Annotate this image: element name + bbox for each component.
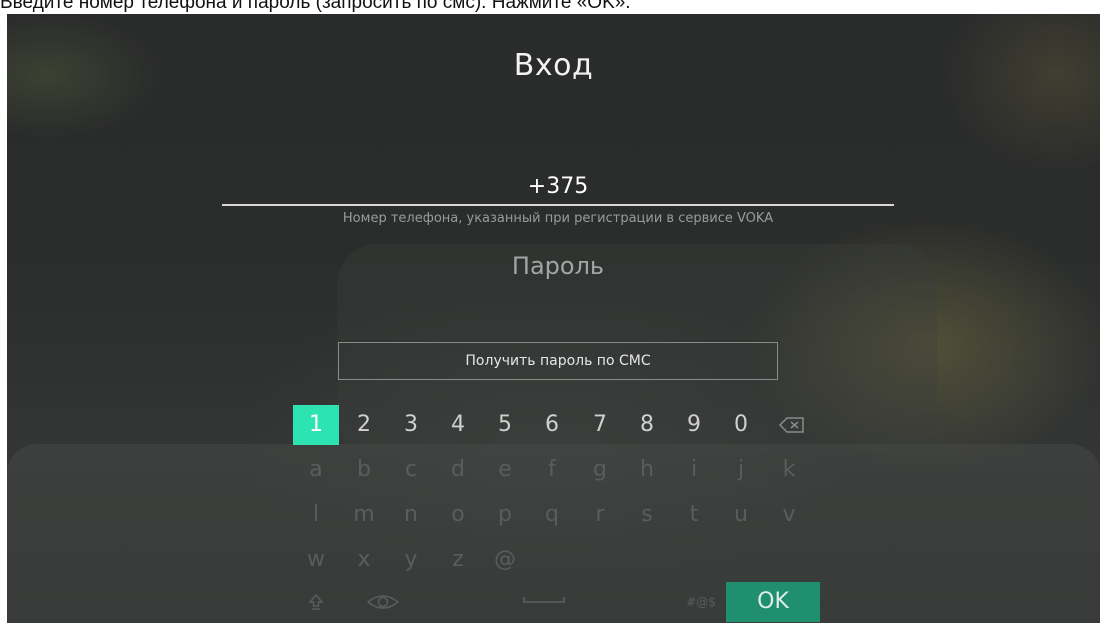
- backspace-key[interactable]: [769, 405, 815, 445]
- space-key[interactable]: [523, 597, 565, 603]
- key-t[interactable]: t: [671, 495, 717, 535]
- key-q[interactable]: q: [529, 495, 575, 535]
- key-x[interactable]: x: [341, 540, 387, 580]
- key-a[interactable]: a: [293, 450, 339, 490]
- key-k[interactable]: k: [766, 450, 812, 490]
- key-6[interactable]: 6: [529, 405, 575, 445]
- key-c[interactable]: c: [388, 450, 434, 490]
- phone-hint: Номер телефона, указанный при регистраци…: [342, 211, 774, 226]
- key-w[interactable]: w: [293, 540, 339, 580]
- key-f[interactable]: f: [529, 450, 575, 490]
- key-5[interactable]: 5: [482, 405, 528, 445]
- key-0[interactable]: 0: [718, 405, 764, 445]
- key-z[interactable]: z: [435, 540, 481, 580]
- key-m[interactable]: m: [341, 495, 387, 535]
- key-l[interactable]: l: [293, 495, 339, 535]
- ok-button[interactable]: OK: [726, 582, 820, 622]
- key-r[interactable]: r: [577, 495, 623, 535]
- key-b[interactable]: b: [341, 450, 387, 490]
- page-title: Вход: [513, 48, 594, 83]
- key-g[interactable]: g: [577, 450, 623, 490]
- get-sms-password-button[interactable]: Получить пароль по СМС: [338, 342, 778, 380]
- key-v[interactable]: v: [766, 495, 812, 535]
- tv-login-screen: Вход +375 Номер телефона, указанный при …: [7, 14, 1100, 623]
- key-8[interactable]: 8: [624, 405, 670, 445]
- key-h[interactable]: h: [624, 450, 670, 490]
- shift-icon: [308, 593, 324, 610]
- show-password-key[interactable]: [360, 582, 406, 622]
- key-y[interactable]: y: [388, 540, 434, 580]
- key-3[interactable]: 3: [388, 405, 434, 445]
- eye-icon: [366, 595, 400, 609]
- symbols-key[interactable]: #@$: [681, 582, 721, 622]
- phone-field-underline: [222, 204, 894, 206]
- key-o[interactable]: o: [435, 495, 481, 535]
- key-at[interactable]: @: [482, 540, 528, 580]
- shift-key[interactable]: [293, 582, 339, 622]
- instruction-caption: Введите номер телефона и пароль (запроси…: [0, 0, 631, 13]
- key-2[interactable]: 2: [341, 405, 387, 445]
- key-n[interactable]: n: [388, 495, 434, 535]
- key-i[interactable]: i: [671, 450, 717, 490]
- key-9[interactable]: 9: [671, 405, 717, 445]
- key-e[interactable]: e: [482, 450, 528, 490]
- password-field[interactable]: Пароль: [222, 252, 894, 280]
- key-d[interactable]: d: [435, 450, 481, 490]
- key-1[interactable]: 1: [293, 405, 339, 445]
- key-p[interactable]: p: [482, 495, 528, 535]
- key-s[interactable]: s: [624, 495, 670, 535]
- key-u[interactable]: u: [718, 495, 764, 535]
- key-7[interactable]: 7: [577, 405, 623, 445]
- key-j[interactable]: j: [718, 450, 764, 490]
- key-4[interactable]: 4: [435, 405, 481, 445]
- backspace-icon: [778, 417, 804, 433]
- phone-field[interactable]: +375: [222, 174, 894, 199]
